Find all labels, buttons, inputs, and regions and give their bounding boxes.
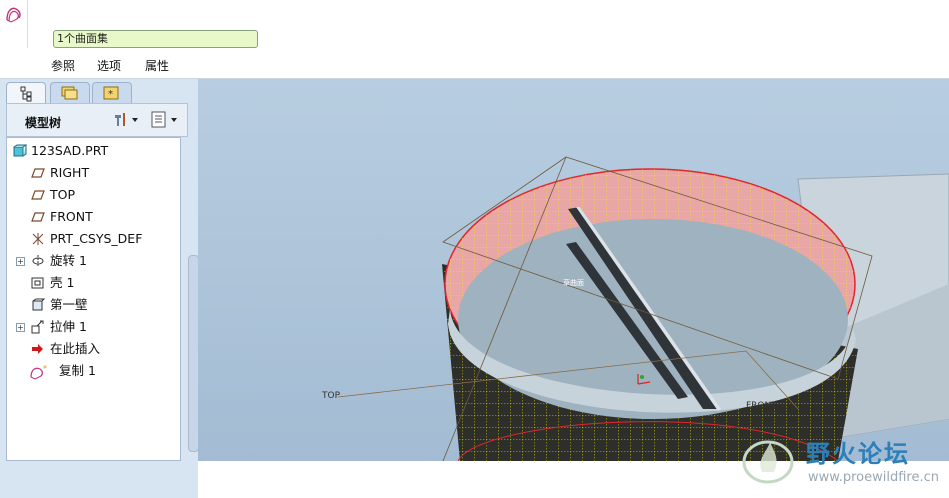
folder-icon xyxy=(61,86,78,100)
tree-node-label: 壳 1 xyxy=(50,275,75,290)
tree-node-revolve[interactable]: + 旋转 1 xyxy=(7,251,177,271)
graphics-window[interactable]: TOP FRONT 草曲面 xyxy=(198,79,949,461)
show-dropdown-icon xyxy=(151,111,177,128)
tree-node-label: TOP xyxy=(50,187,76,202)
watermark-logo-icon xyxy=(740,436,796,488)
tree-node-shell[interactable]: 壳 1 xyxy=(7,273,177,293)
top-plane-label: TOP xyxy=(322,391,341,401)
revolve-icon xyxy=(31,254,45,268)
tree-node-copy[interactable]: * 复制 1 xyxy=(7,361,177,381)
tree-node-label: 第一壁 xyxy=(50,297,88,312)
part-icon xyxy=(13,144,28,158)
svg-text:*: * xyxy=(43,364,47,373)
copy-surface-icon: * xyxy=(29,364,51,380)
tools-dropdown-icon xyxy=(115,113,138,126)
tree-node-insert-here[interactable]: 在此插入 xyxy=(7,339,177,359)
tree-node-label: 复制 1 xyxy=(59,363,96,378)
tree-settings-button[interactable] xyxy=(111,109,141,129)
tree-node-label: 旋转 1 xyxy=(50,253,87,268)
tab-model-tree[interactable] xyxy=(6,82,46,103)
tree-node-top[interactable]: TOP xyxy=(7,185,177,205)
coordinate-system-icon xyxy=(31,232,45,246)
tree-node-label: 拉伸 1 xyxy=(50,319,87,334)
surface-tag: 草曲面 xyxy=(563,279,584,287)
tree-node-label: 123SAD.PRT xyxy=(31,143,109,158)
watermark-title: 野火论坛 xyxy=(806,440,910,468)
model-tree-title: 模型树 xyxy=(25,116,62,130)
datum-plane-icon xyxy=(31,166,45,180)
copy-surface-icon[interactable] xyxy=(4,4,24,24)
tree-node-label: FRONT xyxy=(50,209,93,224)
dashboard: 1个曲面集 参照 选项 属性 xyxy=(0,0,949,79)
tree-node-front[interactable]: FRONT xyxy=(7,207,177,227)
tree-node-right[interactable]: RIGHT xyxy=(7,163,177,183)
datum-plane-icon xyxy=(31,210,45,224)
watermark-url: www.proewildfire.cn xyxy=(808,470,939,485)
insert-here-arrow-icon xyxy=(31,342,45,356)
wall-icon xyxy=(31,298,46,312)
tree-node-extrude[interactable]: + 拉伸 1 xyxy=(7,317,177,337)
shell-icon xyxy=(31,276,45,290)
tree-node-label: PRT_CSYS_DEF xyxy=(50,231,143,246)
expand-icon[interactable]: + xyxy=(16,323,25,332)
surface-set-collector[interactable]: 1个曲面集 xyxy=(53,30,258,48)
extrude-icon xyxy=(31,320,45,334)
model-view xyxy=(337,156,949,461)
tab-options[interactable]: 选项 xyxy=(97,57,121,74)
front-plane-label: FRONT xyxy=(746,401,777,411)
navigator-pane: * 模型树 123SAD.PRT RIGHT TOP FRONT PRT_CSY… xyxy=(0,79,199,498)
model-tree-header: 模型树 xyxy=(6,103,188,137)
expand-icon[interactable]: + xyxy=(16,257,25,266)
tab-folder-browser[interactable] xyxy=(50,82,90,103)
tree-node-label: 在此插入 xyxy=(50,341,101,356)
svg-text:*: * xyxy=(108,89,113,100)
tab-favorites[interactable]: * xyxy=(92,82,132,103)
tab-properties[interactable]: 属性 xyxy=(145,57,169,74)
tree-columns-button[interactable] xyxy=(149,109,181,129)
tree-node-part[interactable]: 123SAD.PRT xyxy=(7,141,177,161)
tab-references[interactable]: 参照 xyxy=(51,57,75,74)
csys-origin xyxy=(640,375,644,379)
tree-node-wall[interactable]: 第一壁 xyxy=(7,295,177,315)
model-tree: 123SAD.PRT RIGHT TOP FRONT PRT_CSYS_DEF xyxy=(6,137,181,461)
datum-plane-icon xyxy=(31,188,45,202)
model-tree-icon xyxy=(20,86,32,102)
favorites-icon: * xyxy=(103,86,119,100)
divider xyxy=(27,0,28,48)
tree-node-csys[interactable]: PRT_CSYS_DEF xyxy=(7,229,177,249)
tree-node-label: RIGHT xyxy=(50,165,90,180)
